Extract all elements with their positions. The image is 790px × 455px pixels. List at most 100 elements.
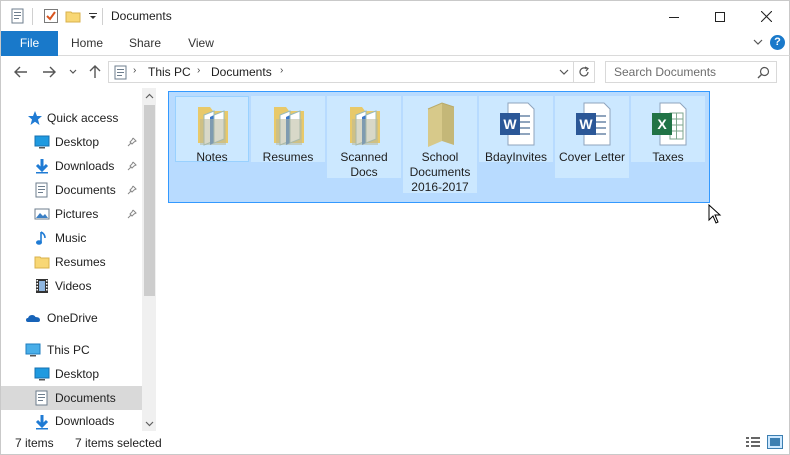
sidebar-item-quick-access[interactable]: Quick access [1, 106, 142, 130]
sidebar-item-music[interactable]: Music [1, 226, 142, 250]
status-bar: 7 items 7 items selected [0, 431, 790, 455]
refresh-button[interactable] [573, 61, 595, 83]
tab-share[interactable]: Share [123, 31, 167, 56]
tab-file[interactable]: File [1, 31, 58, 56]
downloads-icon [35, 159, 49, 174]
title-bar: Documents [0, 0, 790, 31]
address-history-dropdown-icon[interactable] [557, 65, 571, 79]
navigation-pane: Quick access Desktop Downloads Documents [0, 88, 157, 431]
sidebar-item-label: Videos [55, 279, 92, 293]
folder-icon [34, 256, 50, 269]
refresh-icon [578, 66, 589, 77]
pin-icon[interactable] [127, 161, 137, 171]
forward-button[interactable] [41, 63, 57, 81]
word-document-icon: W [576, 102, 611, 146]
file-name: Taxes [652, 150, 684, 164]
scroll-up-button[interactable] [142, 88, 157, 103]
sidebar-item-documents[interactable]: Documents [1, 178, 142, 202]
file-item-bdayinvites[interactable]: W BdayInvites [479, 96, 553, 164]
properties-icon[interactable] [10, 8, 26, 24]
file-name: Scanned Docs [340, 150, 388, 179]
file-item-cover-letter[interactable]: W Cover Letter [555, 96, 629, 178]
pin-icon[interactable] [127, 137, 137, 147]
documents-location-icon [114, 65, 127, 80]
up-arrow-icon [89, 65, 101, 78]
checkmark-properties-icon[interactable] [43, 8, 59, 24]
pictures-icon [34, 208, 50, 220]
folder-with-documents-icon [274, 107, 304, 146]
file-name: Cover Letter [558, 150, 626, 164]
search-input[interactable] [614, 65, 754, 79]
maximize-icon [715, 11, 725, 22]
sidebar-item-downloads[interactable]: Downloads [1, 154, 142, 178]
breadcrumb-separator-icon[interactable]: › [280, 65, 283, 76]
pin-icon[interactable] [127, 209, 137, 219]
file-list-pane[interactable]: Notes Resumes Scanned Docs School Docume [156, 88, 790, 431]
svg-text:X: X [657, 116, 667, 132]
new-folder-icon[interactable] [65, 8, 81, 24]
sidebar-item-label: Pictures [55, 207, 99, 221]
chevron-down-icon [69, 69, 77, 74]
sidebar-item-downloads[interactable]: Downloads [1, 410, 142, 431]
folder-with-documents-icon [198, 107, 228, 146]
address-bar[interactable]: › This PC › Documents › [108, 61, 574, 83]
sidebar-item-label: Desktop [55, 135, 100, 149]
sidebar-item-resumes[interactable]: Resumes [1, 250, 142, 274]
maximize-button[interactable] [697, 1, 743, 32]
word-document-icon: W [500, 102, 535, 146]
up-button[interactable] [87, 63, 103, 81]
expand-ribbon-chevron-icon[interactable] [751, 35, 765, 49]
large-icons-view-icon[interactable] [767, 435, 783, 449]
chevron-up-icon [145, 93, 154, 98]
search-icon [757, 66, 770, 79]
sidebar-item-label: Documents [55, 391, 116, 405]
sidebar-item-onedrive[interactable]: OneDrive [1, 306, 142, 330]
file-item-resumes[interactable]: Resumes [251, 96, 325, 164]
navigation-scrollbar[interactable] [142, 88, 157, 431]
file-name: Resumes [262, 150, 314, 164]
sidebar-item-desktop[interactable]: Desktop [1, 130, 142, 154]
chevron-down-icon [145, 421, 154, 426]
tab-home[interactable]: Home [65, 31, 109, 56]
customize-toolbar-dropdown-icon[interactable] [85, 8, 101, 24]
sidebar-item-desktop[interactable]: Desktop [1, 362, 142, 386]
file-name: Notes [196, 150, 228, 164]
file-item-school-documents[interactable]: School Documents 2016-2017 [403, 96, 477, 194]
svg-text:W: W [503, 116, 517, 132]
svg-text:W: W [579, 116, 593, 132]
back-button[interactable] [13, 63, 29, 81]
music-icon [36, 231, 46, 245]
recent-locations-button[interactable] [67, 63, 79, 81]
sidebar-item-videos[interactable]: Videos [1, 274, 142, 298]
minimize-button[interactable] [651, 1, 697, 32]
pin-icon[interactable] [127, 185, 137, 195]
sidebar-item-pictures[interactable]: Pictures [1, 202, 142, 226]
videos-icon [36, 279, 48, 293]
file-item-taxes[interactable]: X Taxes [631, 96, 705, 164]
close-button[interactable] [743, 1, 789, 32]
star-icon [28, 111, 42, 125]
sidebar-item-label: Music [55, 231, 87, 245]
file-name: BdayInvites [484, 150, 548, 164]
sidebar-item-this-pc[interactable]: This PC [1, 338, 142, 362]
breadcrumb-documents[interactable]: Documents [211, 65, 272, 79]
breadcrumb-this-pc[interactable]: This PC [148, 65, 191, 79]
breadcrumb-separator-icon[interactable]: › [197, 65, 200, 76]
mouse-cursor-icon [708, 204, 722, 224]
downloads-icon [35, 415, 49, 430]
details-view-icon[interactable] [745, 435, 761, 449]
scroll-down-button[interactable] [142, 416, 157, 431]
tab-view[interactable]: View [181, 31, 221, 56]
sidebar-item-documents-selected[interactable]: Documents [1, 386, 142, 410]
breadcrumb-separator-icon[interactable]: › [133, 65, 136, 76]
scrollbar-thumb[interactable] [144, 105, 155, 296]
file-item-scanned-docs[interactable]: Scanned Docs [327, 96, 401, 179]
ribbon-tabs: File Home Share View ? [0, 31, 790, 56]
help-icon[interactable]: ? [770, 35, 785, 50]
excel-spreadsheet-icon: X [652, 102, 687, 146]
sidebar-item-label: Downloads [55, 414, 115, 428]
search-box[interactable] [605, 61, 777, 83]
documents-icon [35, 390, 48, 406]
sidebar-item-label: Quick access [47, 111, 119, 125]
file-item-notes[interactable]: Notes [175, 96, 249, 164]
